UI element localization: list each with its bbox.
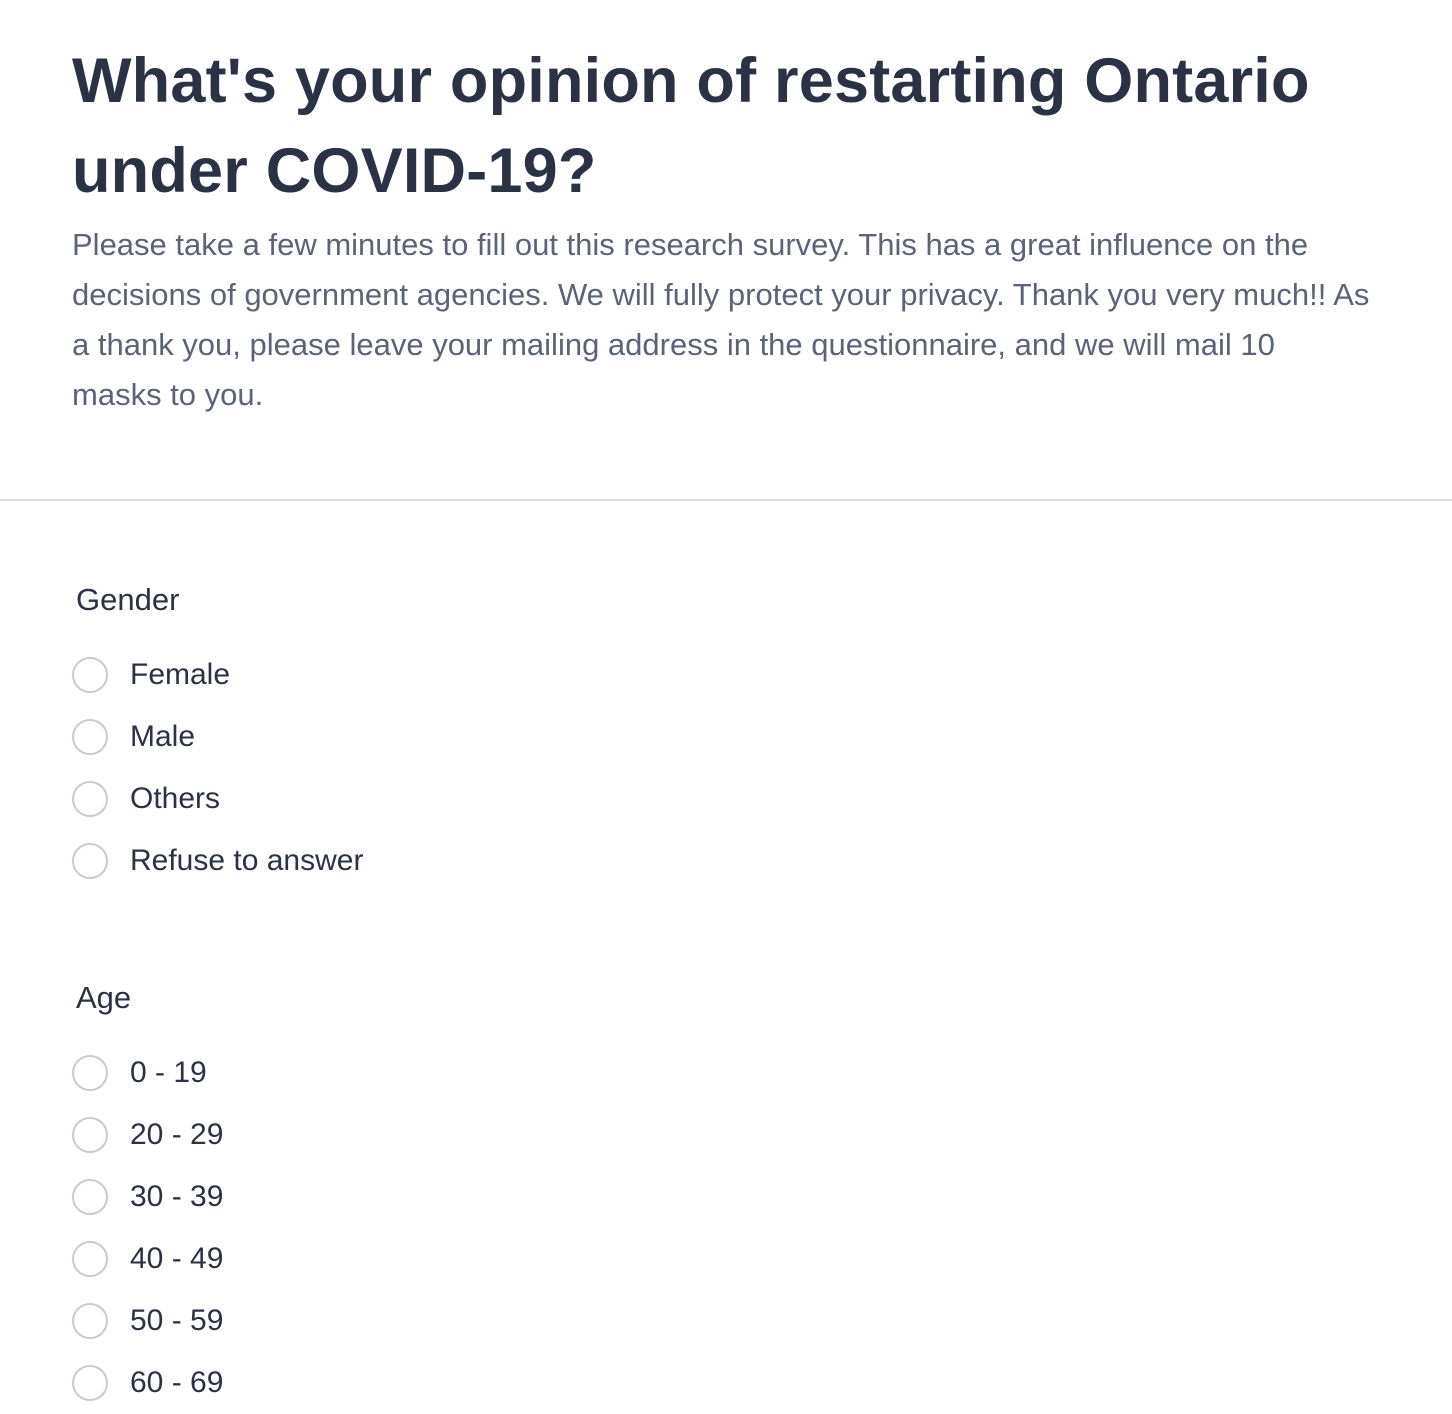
age-options: 0 - 19 20 - 29 30 - 39 40 - 49 50 - 59 6… <box>72 1042 223 1414</box>
survey-description: Please take a few minutes to fill out th… <box>72 227 1370 412</box>
radio-button[interactable] <box>72 1303 108 1339</box>
option-label: 50 - 59 <box>130 1304 224 1337</box>
radio-button[interactable] <box>72 1055 108 1091</box>
gender-options: Female Male Others Refuse to answer <box>72 644 363 892</box>
gender-option-male[interactable]: Male <box>72 706 363 768</box>
gender-option-female[interactable]: Female <box>72 644 363 706</box>
gender-question: Gender Female Male Others Refuse to answ… <box>72 580 363 892</box>
age-question-label: Age <box>76 980 132 1015</box>
option-label: 40 - 49 <box>130 1242 224 1275</box>
survey-title: What's your opinion of restarting Ontari… <box>72 46 1310 206</box>
option-label: 60 - 69 <box>130 1366 224 1399</box>
option-label: 20 - 29 <box>130 1118 224 1151</box>
radio-button[interactable] <box>72 843 108 879</box>
age-option-40-49[interactable]: 40 - 49 <box>72 1228 223 1290</box>
radio-button[interactable] <box>72 1117 108 1153</box>
radio-button[interactable] <box>72 657 108 693</box>
gender-option-refuse[interactable]: Refuse to answer <box>72 830 363 892</box>
age-option-30-39[interactable]: 30 - 39 <box>72 1166 223 1228</box>
gender-option-others[interactable]: Others <box>72 768 363 830</box>
option-label: 0 - 19 <box>130 1056 207 1089</box>
age-option-60-69[interactable]: 60 - 69 <box>72 1352 223 1414</box>
age-option-50-59[interactable]: 50 - 59 <box>72 1290 223 1352</box>
radio-button[interactable] <box>72 781 108 817</box>
radio-button[interactable] <box>72 1365 108 1401</box>
radio-button[interactable] <box>72 1179 108 1215</box>
option-label: Others <box>130 782 221 815</box>
section-divider <box>0 499 1452 501</box>
radio-button[interactable] <box>72 1241 108 1277</box>
option-label: Female <box>130 658 231 691</box>
radio-button[interactable] <box>72 719 108 755</box>
gender-question-label: Gender <box>76 582 180 617</box>
option-label: Male <box>130 720 196 753</box>
age-option-20-29[interactable]: 20 - 29 <box>72 1104 223 1166</box>
option-label: Refuse to answer <box>130 844 364 877</box>
age-option-0-19[interactable]: 0 - 19 <box>72 1042 223 1104</box>
option-label: 30 - 39 <box>130 1180 224 1213</box>
age-question: Age 0 - 19 20 - 29 30 - 39 40 - 49 50 - … <box>72 978 223 1414</box>
survey-header: What's your opinion of restarting Ontari… <box>72 36 1372 420</box>
